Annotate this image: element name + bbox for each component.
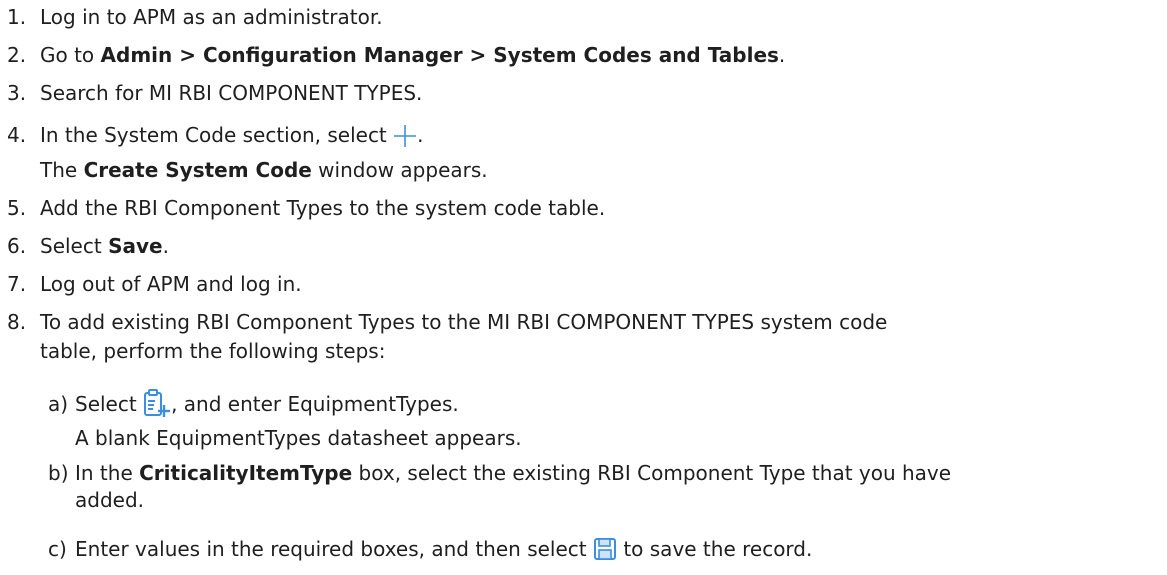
step-2: 2. Go to Admin > Configuration Manager > … [7, 42, 785, 68]
step-5: 5. Add the RBI Component Types to the sys… [7, 195, 605, 221]
substep-text-end: to save the record. [616, 537, 813, 561]
substep-c: c) Enter values in the required boxes, an… [48, 536, 812, 567]
plus-icon [393, 124, 417, 154]
step-text-end: . [162, 234, 169, 258]
step-4: 4. In the System Code section, select . [7, 122, 424, 154]
step-text-end: . [417, 123, 424, 147]
field-name: CriticalityItemType [139, 461, 353, 485]
step-7: 7. Log out of APM and log in. [7, 271, 302, 297]
substep-letter: b) [48, 461, 69, 485]
step-text-line2: table, perform the following steps: [40, 339, 386, 363]
save-term: Save [108, 234, 163, 258]
step-number: 3. [7, 81, 27, 105]
step-text-end: . [778, 43, 786, 67]
substep-text: Enter values in the required boxes, and … [75, 537, 593, 561]
step-text: Log out of APM and log in. [40, 272, 302, 296]
step-number: 7. [7, 272, 27, 296]
step-number: 4. [7, 123, 27, 147]
step-8-continued: table, perform the following steps: [40, 338, 385, 364]
step-text: Select [40, 234, 109, 258]
substep-a: a) Select , and enter EquipmentTypes. [48, 389, 459, 425]
step-4-result: The Create System Code window appears. [40, 157, 488, 183]
menu-path: Admin > Configuration Manager > System C… [100, 43, 779, 67]
step-text: Log in to APM as an administrator. [40, 5, 383, 29]
substep-b: b) In the CriticalityItemType box, select… [48, 460, 951, 486]
step-3: 3. Search for MI RBI COMPONENT TYPES. [7, 80, 422, 106]
window-name: Create System Code [83, 158, 312, 182]
substep-a-result: A blank EquipmentTypes datasheet appears… [75, 425, 522, 451]
step-1: 1. Log in to APM as an administrator. [7, 4, 383, 30]
procedure-document: 1. Log in to APM as an administrator. 2. G… [0, 0, 1167, 575]
substep-b-continued: added. [75, 487, 144, 513]
step-text: Go to [40, 43, 101, 67]
result-text: A blank EquipmentTypes datasheet appears… [75, 426, 522, 450]
step-text: Add the RBI Component Types to the syste… [40, 196, 606, 220]
substep-letter: c) [48, 537, 67, 561]
substep-text: In the [75, 461, 140, 485]
save-icon [593, 537, 617, 567]
result-text-end: window appears. [311, 158, 488, 182]
substep-text-line2: added. [75, 488, 145, 512]
new-record-icon [143, 389, 171, 425]
substep-text-end: , and enter EquipmentTypes. [171, 392, 459, 416]
step-text: In the System Code section, select [40, 123, 394, 147]
step-number: 6. [7, 234, 27, 258]
step-number: 5. [7, 196, 27, 220]
step-text: Search for MI RBI COMPONENT TYPES. [40, 81, 423, 105]
step-number: 1. [7, 5, 27, 29]
step-6: 6. Select Save. [7, 233, 169, 259]
substep-letter: a) [48, 392, 69, 416]
step-text: To add existing RBI Component Types to t… [40, 310, 888, 334]
step-number: 8. [7, 310, 27, 334]
result-text: The [40, 158, 84, 182]
step-8: 8. To add existing RBI Component Types to… [7, 309, 887, 335]
substep-text: Select [75, 392, 144, 416]
step-number: 2. [7, 43, 27, 67]
substep-text-end: box, select the existing RBI Component T… [352, 461, 952, 485]
